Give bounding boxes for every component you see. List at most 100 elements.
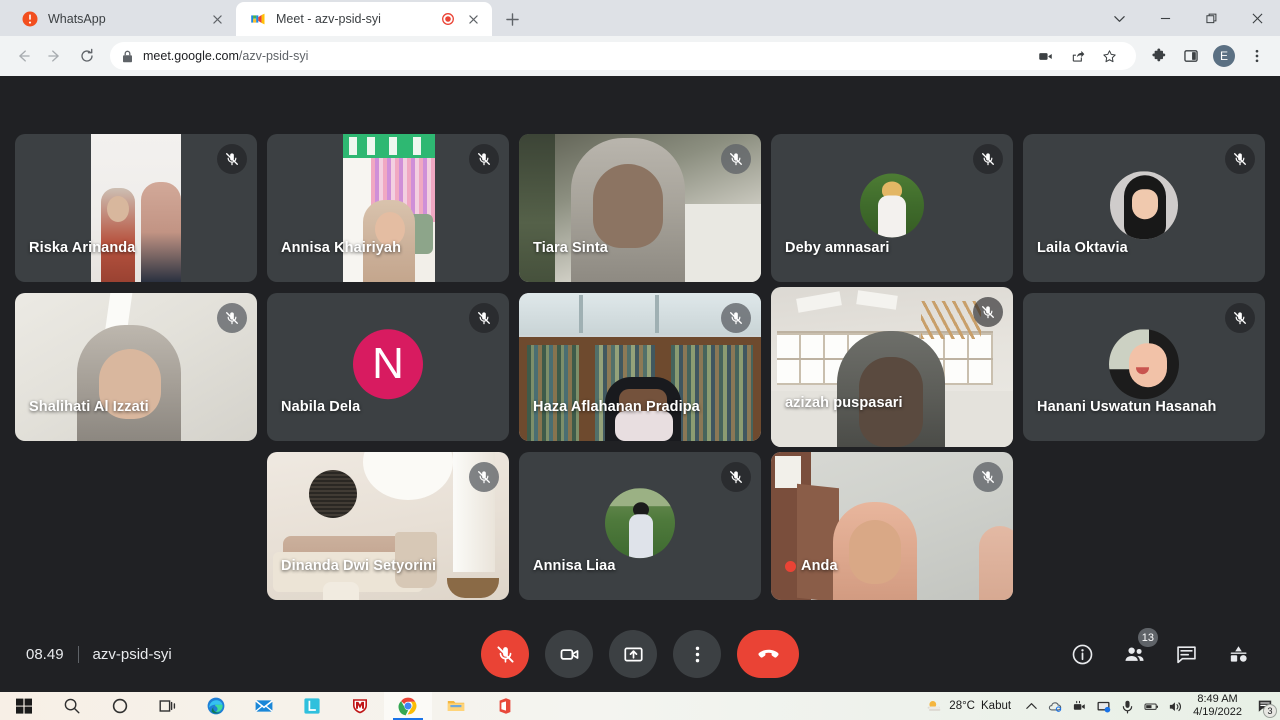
notifications-button[interactable]: 3	[1250, 692, 1280, 720]
back-button[interactable]	[8, 41, 38, 71]
close-icon[interactable]	[208, 10, 226, 28]
cortana-icon[interactable]	[96, 692, 144, 720]
chevron-down-icon[interactable]	[1096, 2, 1142, 34]
camera-privacy-icon[interactable]	[1067, 692, 1091, 720]
avatar	[1110, 171, 1178, 240]
profile-avatar[interactable]: E	[1213, 45, 1235, 67]
tab-recording-indicator-icon[interactable]	[442, 13, 454, 25]
participant-tile[interactable]: N Nabila Dela	[267, 293, 509, 441]
participant-tile[interactable]: Annisa Khairiyah	[267, 134, 509, 282]
participant-tile[interactable]: Tiara Sinta	[519, 134, 761, 282]
mcafee-icon[interactable]	[336, 692, 384, 720]
participant-tile[interactable]: Riska Arinanda	[15, 134, 257, 282]
video-call-icon[interactable]	[1030, 41, 1060, 71]
present-screen-icon	[623, 647, 643, 661]
browser-tab-whatsapp[interactable]: WhatsApp	[8, 2, 236, 36]
participant-name: Riska Arinanda	[29, 240, 135, 256]
participant-tile[interactable]: azizah puspasari	[771, 287, 1013, 447]
leave-call-button[interactable]	[737, 630, 799, 678]
file-explorer-icon[interactable]	[432, 692, 480, 720]
show-everyone-button[interactable]: 13	[1118, 628, 1158, 670]
hang-up-icon	[757, 649, 779, 658]
toolbar-right: E	[1144, 41, 1272, 71]
self-mic-indicator-icon	[785, 560, 796, 572]
close-window-button[interactable]	[1234, 2, 1280, 34]
office-icon[interactable]	[480, 692, 528, 720]
participant-tile[interactable]: Annisa Liaa	[519, 452, 761, 600]
mic-muted-badge	[469, 462, 499, 492]
taskbar-items	[0, 692, 528, 720]
present-screen-button[interactable]	[609, 630, 657, 678]
notification-count-badge: 3	[1263, 704, 1277, 718]
meeting-details-button[interactable]	[1066, 638, 1098, 670]
participant-name: Deby amnasari	[785, 240, 889, 256]
reload-button[interactable]	[72, 41, 102, 71]
participant-name-text: Laila Oktavia	[1037, 240, 1128, 256]
tab-title: WhatsApp	[48, 12, 106, 26]
microsoft-edge-icon[interactable]	[192, 692, 240, 720]
browser-toolbar: meet.google.com/azv-psid-syi E	[0, 36, 1280, 76]
browser-tab-meet[interactable]: Meet - azv-psid-syi	[236, 2, 492, 36]
screen-share-icon[interactable]	[1091, 692, 1115, 720]
meeting-time: 08.49	[26, 645, 64, 663]
address-bar[interactable]: meet.google.com/azv-psid-syi	[110, 42, 1136, 70]
participant-tile[interactable]: Hanani Uswatun Hasanah	[1023, 293, 1265, 441]
participant-tile[interactable]: Deby amnasari	[771, 134, 1013, 282]
line-icon[interactable]	[288, 692, 336, 720]
show-hidden-icons-chevron[interactable]	[1019, 692, 1043, 720]
participant-name: Annisa Khairiyah	[281, 240, 401, 256]
new-tab-button[interactable]	[498, 5, 526, 33]
participant-tile[interactable]: Shalihati Al Izzati	[15, 293, 257, 441]
participant-tile[interactable]: Laila Oktavia	[1023, 134, 1265, 282]
avatar	[1109, 329, 1179, 400]
maximize-restore-button[interactable]	[1188, 2, 1234, 34]
url-text: meet.google.com/azv-psid-syi	[143, 49, 308, 63]
clock[interactable]: 8:49 AM 4/19/2022	[1187, 693, 1250, 719]
activities-icon	[1230, 645, 1247, 662]
battery-icon[interactable]	[1139, 692, 1163, 720]
meeting-info: 08.49 azv-psid-syi	[26, 645, 172, 663]
microphone-off-icon	[730, 471, 742, 484]
info-icon	[1072, 644, 1092, 664]
minimize-button[interactable]	[1142, 2, 1188, 34]
participant-name: azizah puspasari	[785, 395, 903, 411]
camera-button[interactable]	[545, 630, 593, 678]
participant-name-text: Hanani Uswatun Hasanah	[1037, 399, 1217, 415]
taskbar-date: 4/19/2022	[1193, 706, 1242, 718]
task-view-icon[interactable]	[144, 692, 192, 720]
microphone-off-icon	[226, 153, 238, 166]
participant-name-text: Haza Aflahanan Pradipa	[533, 399, 700, 415]
google-chrome-icon[interactable]	[384, 692, 432, 720]
search-icon[interactable]	[48, 692, 96, 720]
share-icon[interactable]	[1062, 41, 1092, 71]
chrome-menu-button[interactable]	[1242, 41, 1272, 71]
participant-name-text: Anda	[801, 558, 838, 574]
forward-button[interactable]	[40, 41, 70, 71]
weather-widget[interactable]: 28°C Kabut	[918, 698, 1019, 715]
participant-tile-self[interactable]: Anda	[771, 452, 1013, 600]
microphone-off-icon	[1234, 312, 1246, 325]
participant-tile[interactable]: Haza Aflahanan Pradipa	[519, 293, 761, 441]
microphone-off-button[interactable]	[481, 630, 529, 678]
weather-description: Kabut	[981, 700, 1012, 712]
participant-name-text: Deby amnasari	[785, 240, 890, 256]
microphone-icon[interactable]	[1115, 692, 1139, 720]
letter-avatar: N	[353, 329, 423, 400]
mail-icon[interactable]	[240, 692, 288, 720]
activities-button[interactable]	[1222, 638, 1254, 670]
more-options-button[interactable]	[673, 630, 721, 678]
volume-icon[interactable]	[1163, 692, 1187, 720]
meet-right-controls: 13	[1066, 628, 1254, 670]
chat-button[interactable]	[1170, 638, 1202, 670]
side-panel-icon[interactable]	[1176, 41, 1206, 71]
system-tray: 28°C Kabut 8:49 AM 4/19/2022 3	[918, 692, 1280, 720]
microphone-off-icon	[226, 312, 238, 325]
video-camera-icon	[560, 648, 578, 660]
extensions-icon[interactable]	[1144, 41, 1174, 71]
start-button[interactable]	[0, 692, 48, 720]
participant-name-text: Annisa Liaa	[533, 558, 616, 574]
onedrive-icon[interactable]	[1043, 692, 1067, 720]
close-icon[interactable]	[464, 10, 482, 28]
bookmark-star-icon[interactable]	[1094, 41, 1124, 71]
participant-tile[interactable]: Dinanda Dwi Setyorini	[267, 452, 509, 600]
